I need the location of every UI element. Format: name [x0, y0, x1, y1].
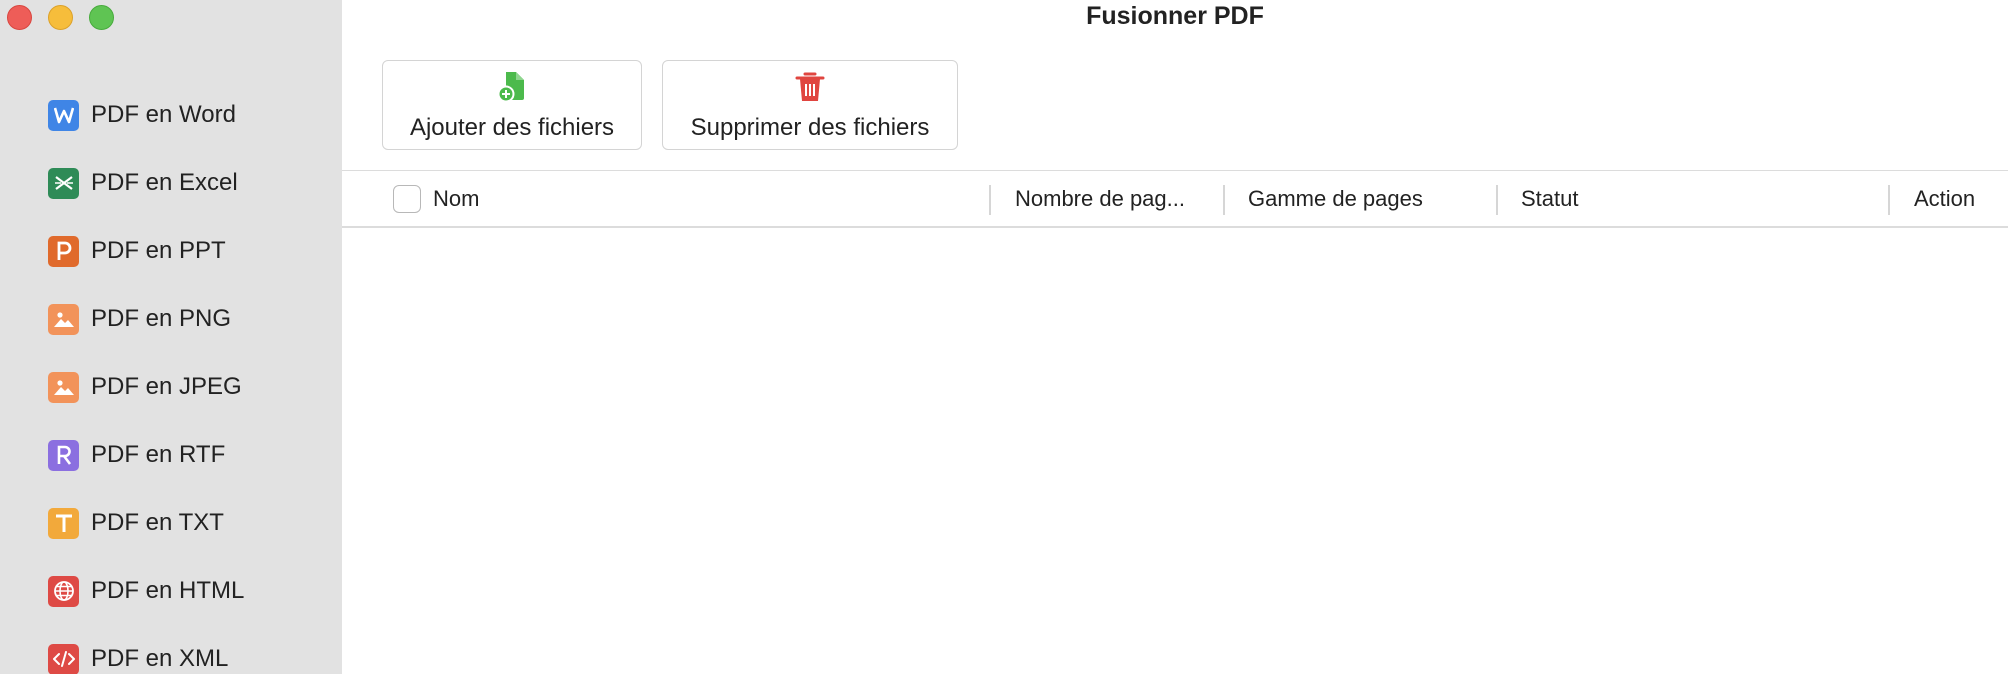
image-icon: [48, 303, 79, 335]
sidebar-item-pdf-to-png[interactable]: PDF en PNG: [48, 285, 244, 353]
add-files-button[interactable]: Ajouter des fichiers: [382, 60, 642, 150]
column-divider[interactable]: [1223, 185, 1225, 215]
column-page-range[interactable]: Gamme de pages: [1248, 171, 1423, 227]
select-all-checkbox[interactable]: [393, 185, 421, 213]
sidebar-item-label: PDF en PPT: [91, 237, 226, 264]
close-window-button[interactable]: [7, 5, 32, 30]
toolbar: Ajouter des fichiers Supprimer des fichi…: [382, 60, 958, 150]
rtf-icon: [48, 439, 79, 471]
column-range-label: Gamme de pages: [1248, 186, 1423, 211]
conversion-nav: PDF en Word PDF en Excel PDF en PPT PDF …: [48, 81, 244, 674]
column-divider[interactable]: [1888, 185, 1890, 215]
sidebar-item-label: PDF en Word: [91, 101, 236, 128]
ppt-icon: [48, 235, 79, 267]
image-icon: [48, 371, 79, 403]
trash-icon: [795, 71, 825, 108]
sidebar-item-label: PDF en RTF: [91, 441, 226, 468]
column-name-label: Nom: [433, 186, 480, 211]
column-action[interactable]: Action: [1914, 171, 1975, 227]
files-table-body[interactable]: [342, 228, 2008, 674]
sidebar-item-pdf-to-rtf[interactable]: PDF en RTF: [48, 421, 244, 489]
word-icon: [48, 99, 79, 131]
column-divider[interactable]: [1496, 185, 1498, 215]
sidebar-item-pdf-to-excel[interactable]: PDF en Excel: [48, 149, 244, 217]
sidebar-item-label: PDF en Excel: [91, 169, 238, 196]
code-icon: [48, 643, 79, 674]
page-title: Fusionner PDF: [1086, 2, 1264, 30]
sidebar-item-pdf-to-word[interactable]: PDF en Word: [48, 81, 244, 149]
maximize-window-button[interactable]: [89, 5, 114, 30]
column-status[interactable]: Statut: [1521, 171, 1578, 227]
add-file-icon: [497, 71, 527, 108]
sidebar-item-pdf-to-txt[interactable]: PDF en TXT: [48, 489, 244, 557]
sidebar-item-label: PDF en HTML: [91, 577, 245, 604]
sidebar-item-pdf-to-ppt[interactable]: PDF en PPT: [48, 217, 244, 285]
sidebar-item-label: PDF en PNG: [91, 305, 232, 332]
app-window: PDF en Word PDF en Excel PDF en PPT PDF …: [0, 0, 2008, 674]
sidebar-item-pdf-to-jpeg[interactable]: PDF en JPEG: [48, 353, 244, 421]
column-status-label: Statut: [1521, 186, 1579, 211]
column-pages-label: Nombre de pag...: [1015, 186, 1185, 211]
sidebar-item-label: PDF en XML: [91, 645, 229, 672]
column-divider[interactable]: [989, 185, 991, 215]
sidebar-item-pdf-to-html[interactable]: PDF en HTML: [48, 557, 244, 625]
column-name[interactable]: Nom: [393, 171, 479, 227]
sidebar-item-label: PDF en TXT: [91, 509, 224, 536]
column-action-label: Action: [1914, 186, 1976, 211]
sidebar-item-label: PDF en JPEG: [91, 373, 242, 400]
files-table-header: Nom Nombre de pag... Gamme de pages Stat…: [342, 170, 2008, 228]
minimize-window-button[interactable]: [48, 5, 73, 30]
txt-icon: [48, 507, 79, 539]
delete-files-button[interactable]: Supprimer des fichiers: [662, 60, 958, 150]
excel-icon: [48, 167, 79, 199]
sidebar-item-pdf-to-xml[interactable]: PDF en XML: [48, 625, 244, 674]
sidebar: PDF en Word PDF en Excel PDF en PPT PDF …: [0, 0, 342, 674]
delete-files-label: Supprimer des fichiers: [690, 114, 930, 141]
window-controls: [7, 5, 114, 30]
column-pages[interactable]: Nombre de pag...: [1015, 171, 1185, 227]
main-panel: Fusionner PDF Ajouter des fichiers Suppr…: [342, 0, 2008, 674]
add-files-label: Ajouter des fichiers: [409, 114, 615, 141]
globe-icon: [48, 575, 79, 607]
